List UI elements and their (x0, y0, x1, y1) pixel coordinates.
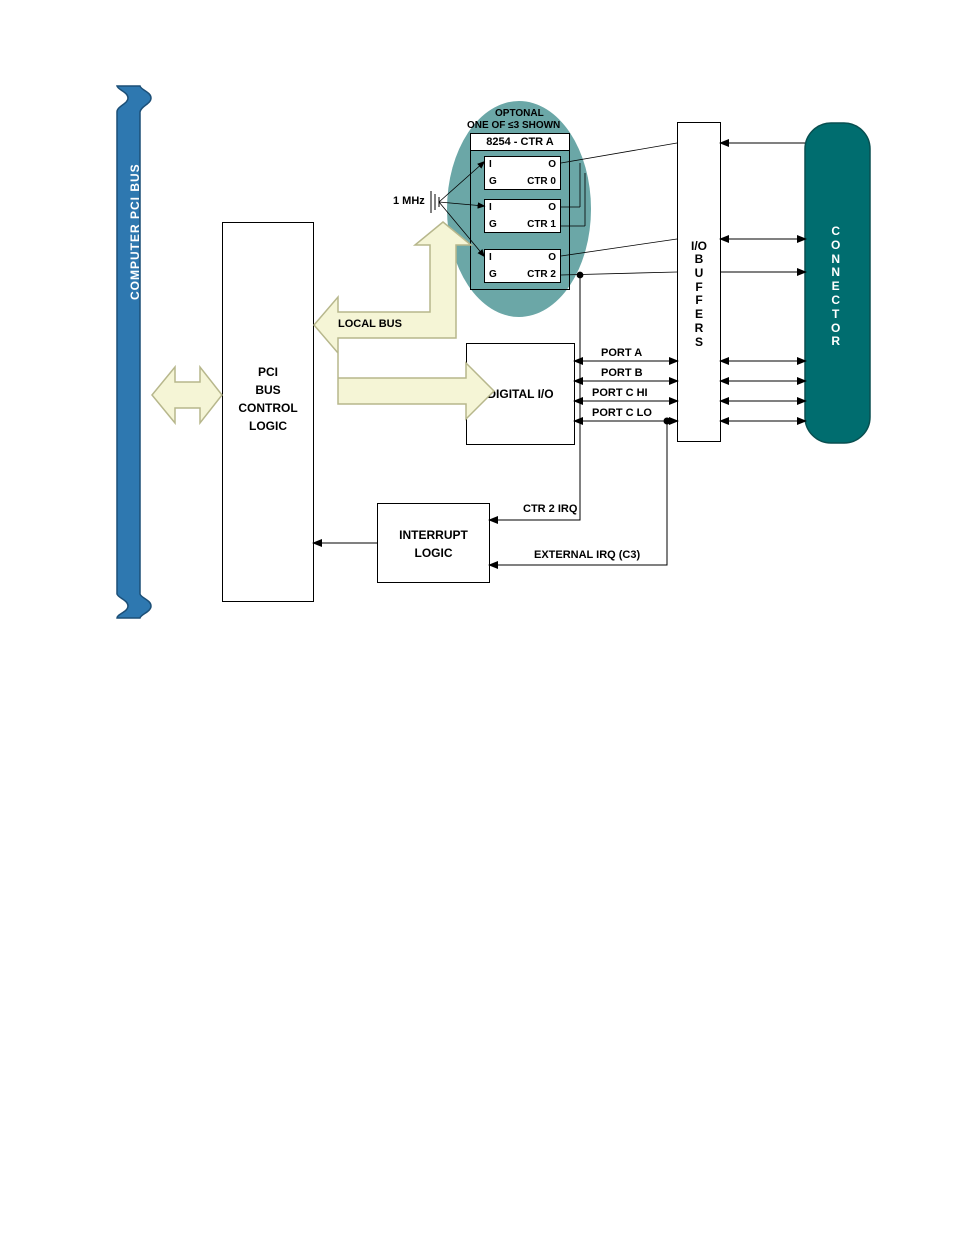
ext-irq-label: EXTERNAL IRQ (C3) (534, 549, 640, 561)
block-diagram: COMPUTER PCI BUS PCI BUS CONTROL LOGIC D… (0, 0, 954, 1235)
ctr2-irq-label: CTR 2 IRQ (523, 503, 577, 515)
irq-lines (314, 275, 670, 565)
